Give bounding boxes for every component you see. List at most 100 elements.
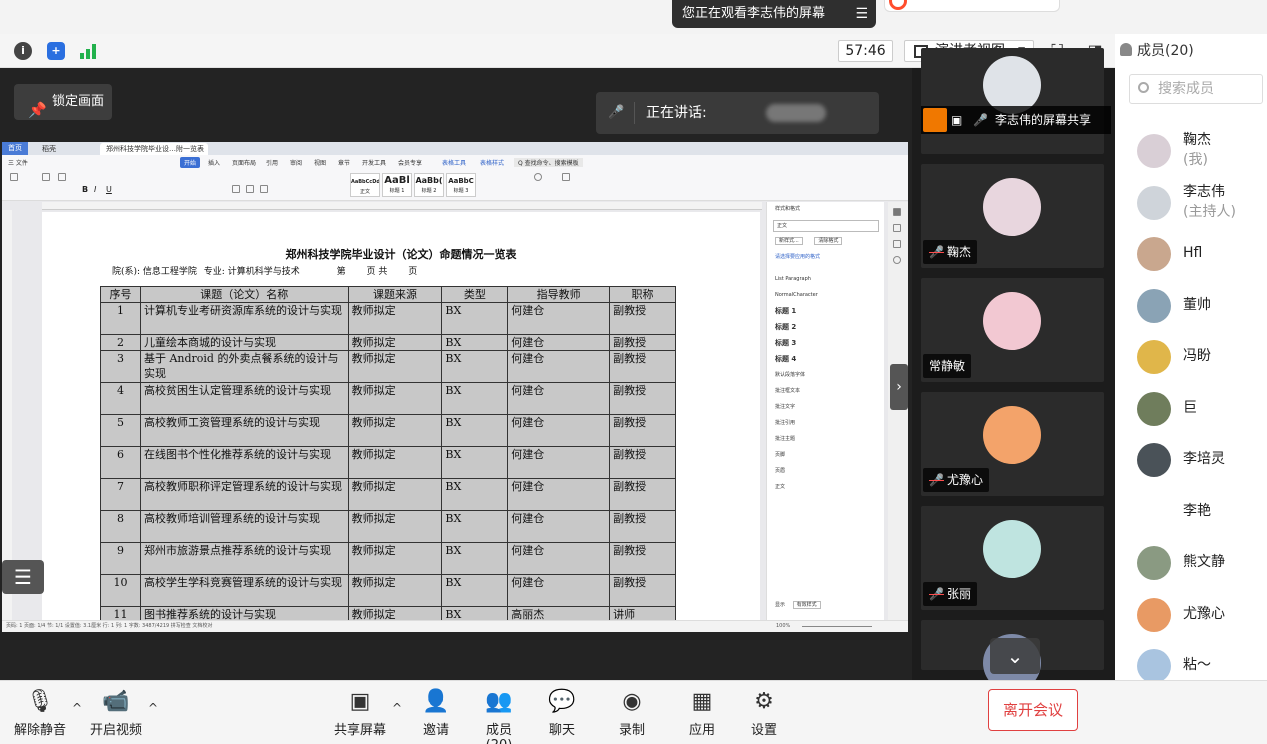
style-list-item[interactable]: 批注文字 <box>775 402 879 412</box>
style-list-item[interactable]: 正文 <box>775 482 879 492</box>
avatar <box>1137 649 1171 683</box>
doc-menu-file[interactable]: 三 文件 <box>8 158 28 167</box>
doc-search[interactable]: Q 查找命令、搜索模板 <box>514 158 583 167</box>
chevron-up-icon[interactable]: ^ <box>148 701 158 715</box>
chevron-right-icon[interactable]: › <box>890 364 908 410</box>
member-list-item[interactable]: 鞠杰 (我) <box>1135 130 1265 174</box>
swap-icon[interactable] <box>893 240 901 248</box>
show-select[interactable]: 有效样式 <box>792 601 821 609</box>
member-list-item[interactable]: 李培灵 <box>1135 439 1265 483</box>
info-icon[interactable]: i <box>14 42 32 60</box>
members-button[interactable]: 👥成员(20) <box>474 689 524 744</box>
unmute-button[interactable]: 🎙 解除静音 <box>14 689 66 738</box>
chevron-up-icon[interactable]: ^ <box>72 701 82 715</box>
style-list-item[interactable]: 标题 2 <box>775 322 879 332</box>
doc-menu-insert[interactable]: 插入 <box>208 158 220 167</box>
member-list-item[interactable]: 熊文静 <box>1135 542 1265 586</box>
avatar <box>1137 185 1171 220</box>
doc-menu-table-tools[interactable]: 表格工具 <box>442 158 466 167</box>
shield-icon[interactable]: + <box>47 42 65 60</box>
doc-tab-daoke[interactable]: 稻壳 <box>42 144 56 154</box>
cut-icon[interactable] <box>42 173 50 181</box>
help-icon[interactable] <box>893 256 901 264</box>
chat-button[interactable]: 💬 聊天 <box>548 689 576 738</box>
mic-muted-icon: 🎤 <box>929 587 944 601</box>
video-tile[interactable]: 🎤 尤豫心 <box>921 392 1104 496</box>
doc-menu-ref[interactable]: 引用 <box>266 158 278 167</box>
style-list-item[interactable]: 标题 4 <box>775 354 879 364</box>
style-heading-1[interactable]: AaBl 标题 1 <box>382 173 412 197</box>
video-tile[interactable]: 常静敏 <box>921 278 1104 382</box>
style-heading-3[interactable]: AaBbC 标题 3 <box>446 173 476 197</box>
style-list-item[interactable]: 批注引用 <box>775 418 879 428</box>
video-tile[interactable]: 🎤 张丽 <box>921 506 1104 610</box>
style-list-item[interactable]: 页脚 <box>775 450 879 460</box>
doc-tab-file[interactable]: 郑州科技学院毕业设…附一览表(1) <box>100 143 208 165</box>
style-list-item[interactable]: List Paragraph <box>775 274 879 284</box>
member-list-item[interactable]: 巨 <box>1135 388 1265 432</box>
doc-menu-view[interactable]: 视图 <box>314 158 326 167</box>
style-list-item[interactable]: 批注主题 <box>775 434 879 444</box>
video-tile[interactable]: ▣ 🎤 李志伟的屏幕共享 <box>921 48 1111 154</box>
doc-menu-section[interactable]: 章节 <box>338 158 350 167</box>
member-list-item[interactable]: Hfl <box>1135 233 1265 277</box>
select-icon[interactable] <box>562 173 570 181</box>
share-screen-button[interactable]: ▣ 共享屏幕 <box>334 689 386 738</box>
avatar <box>1137 340 1171 374</box>
pen-icon[interactable] <box>893 208 901 216</box>
video-tile[interactable]: 🎤 鞠杰 <box>921 164 1104 268</box>
doc-menu-start[interactable]: 开始 <box>180 157 201 168</box>
current-style-select[interactable]: 正文 <box>773 220 879 232</box>
members-header: 成员(20) <box>1120 40 1194 60</box>
table-cell: 副教授 <box>609 414 676 447</box>
table-cell: 儿童绘本商城的设计与实现 <box>139 334 349 351</box>
style-normal[interactable]: AaBbCcDd 正文 <box>350 173 380 197</box>
member-list-item[interactable]: 冯盼 <box>1135 336 1265 380</box>
new-style-button[interactable]: 新样式... <box>775 237 803 245</box>
menu-icon[interactable]: ☰ <box>855 0 868 28</box>
record-button[interactable]: ◉ 录制 <box>618 689 646 738</box>
doc-menu-table-style[interactable]: 表格样式 <box>480 158 504 167</box>
paste-icon[interactable] <box>10 173 18 181</box>
member-list-item[interactable]: 李艳 <box>1135 491 1265 535</box>
doc-menu-member[interactable]: 会员专享 <box>398 158 422 167</box>
chevron-up-icon[interactable]: ^ <box>392 701 402 715</box>
doc-menu-review[interactable]: 审阅 <box>290 158 302 167</box>
style-list-item[interactable]: 页眉 <box>775 466 879 476</box>
cursor-icon[interactable] <box>893 224 901 232</box>
clear-format-button[interactable]: 清除格式 <box>814 237 843 245</box>
apps-button[interactable]: ▦ 应用 <box>688 689 716 738</box>
align-center-icon[interactable] <box>246 185 254 193</box>
style-list-item[interactable]: 标题 1 <box>775 306 879 316</box>
style-list-item[interactable]: NormalCharacter <box>775 290 879 300</box>
doc-tab-home[interactable]: 首页 <box>2 142 28 155</box>
table-header: 职称 <box>609 286 676 303</box>
member-list-item[interactable]: 尤豫心 <box>1135 594 1265 638</box>
align-left-icon[interactable] <box>232 185 240 193</box>
style-list-item[interactable]: 批注框文本 <box>775 386 879 396</box>
member-list-item[interactable]: 李志伟 (主持人) <box>1135 182 1265 226</box>
style-heading-2[interactable]: AaBb(标题 2 <box>414 173 444 197</box>
bold-icon[interactable]: B <box>82 185 88 194</box>
format-painter-icon[interactable] <box>58 173 66 181</box>
member-list-item[interactable]: 董帅 <box>1135 285 1265 329</box>
list-menu-icon[interactable]: ☰ <box>2 560 44 594</box>
italic-icon[interactable]: I <box>94 185 96 194</box>
style-list-item[interactable]: 默认段落字体 <box>775 370 879 380</box>
align-right-icon[interactable] <box>260 185 268 193</box>
start-video-button[interactable]: 📹 开启视频 <box>90 689 142 738</box>
underline-icon[interactable]: U <box>106 185 112 194</box>
leave-meeting-button[interactable]: 离开会议 <box>988 689 1078 731</box>
lock-view-button[interactable]: 📌 锁定画面 <box>14 84 112 120</box>
signal-icon[interactable] <box>80 43 98 59</box>
table-cell: 副教授 <box>609 510 676 543</box>
doc-menu-dev[interactable]: 开发工具 <box>362 158 386 167</box>
chevron-down-icon[interactable]: ⌄ <box>990 638 1040 674</box>
settings-button[interactable]: ⚙ 设置 <box>750 689 778 738</box>
doc-menu-layout[interactable]: 页面布局 <box>232 158 256 167</box>
zoom-slider[interactable] <box>802 626 872 627</box>
find-replace-icon[interactable] <box>534 173 542 181</box>
style-list-item[interactable]: 标题 3 <box>775 338 879 348</box>
invite-button[interactable]: 👤 邀请 <box>422 689 450 738</box>
member-search-input[interactable]: 搜索成员 <box>1129 74 1263 104</box>
